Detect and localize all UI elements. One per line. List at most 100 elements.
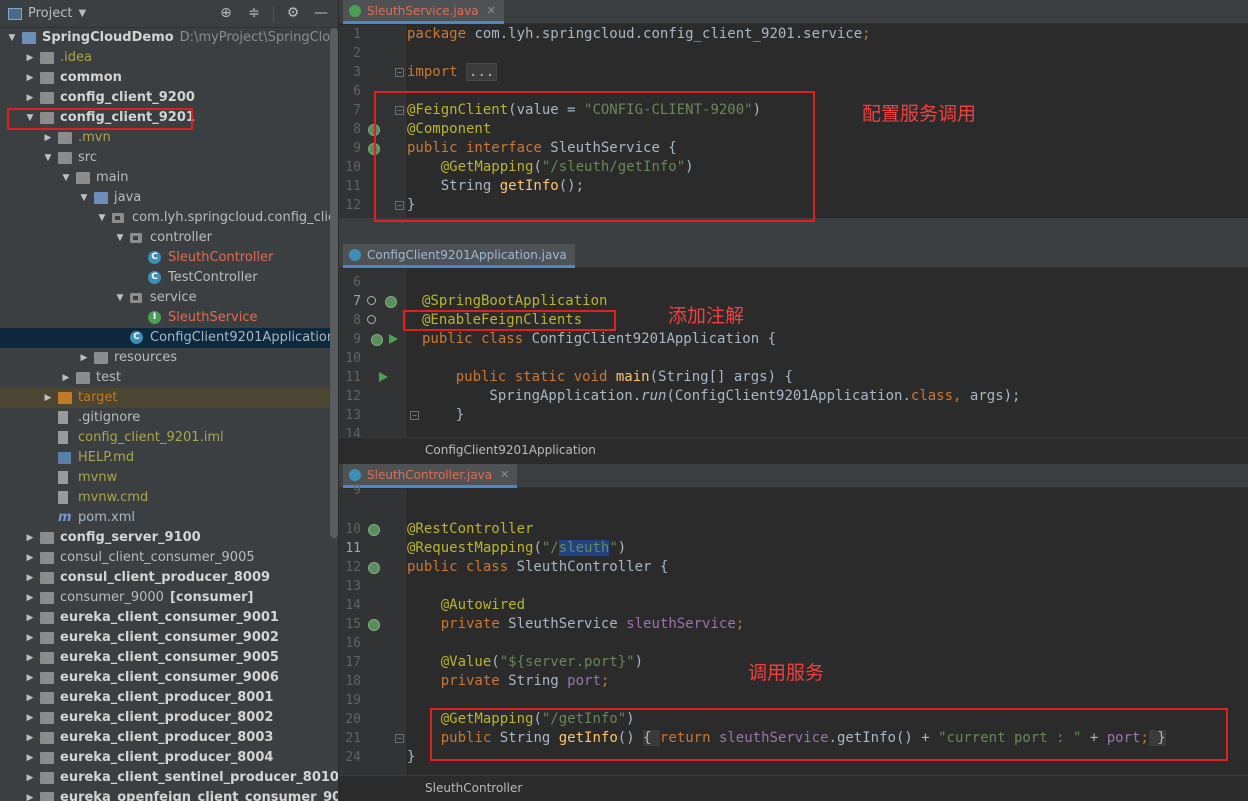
- tree-item[interactable]: SleuthController: [0, 247, 330, 268]
- run-icon[interactable]: [389, 334, 398, 344]
- tree-item[interactable]: SleuthService: [0, 307, 330, 328]
- spring-bean-icon[interactable]: [385, 296, 397, 308]
- tree-item[interactable]: ▼ main: [0, 168, 330, 188]
- chevron-down-icon[interactable]: ▼: [78, 8, 86, 19]
- chevron-right-icon[interactable]: ▶: [24, 788, 36, 801]
- chevron-down-icon[interactable]: ▼: [96, 208, 108, 228]
- spring-bean-icon[interactable]: [368, 619, 380, 631]
- chevron-right-icon[interactable]: ▶: [24, 728, 36, 748]
- tree-item[interactable]: ▶ config_client_9200: [0, 88, 330, 108]
- chevron-right-icon[interactable]: ▶: [24, 748, 36, 768]
- tree-item[interactable]: ▶ common: [0, 68, 330, 88]
- chevron-right-icon[interactable]: ▶: [42, 388, 54, 408]
- tree-item[interactable]: mvnw.cmd: [0, 488, 330, 508]
- chevron-right-icon[interactable]: ▶: [24, 48, 36, 68]
- tree-item[interactable]: ▶ eureka_client_consumer_9006: [0, 668, 330, 688]
- chevron-right-icon[interactable]: ▶: [24, 708, 36, 728]
- chevron-down-icon[interactable]: ▼: [60, 168, 72, 188]
- chevron-right-icon[interactable]: ▶: [24, 608, 36, 628]
- chevron-right-icon[interactable]: ▶: [24, 528, 36, 548]
- code-area[interactable]: 6 7 @SpringBootApplication 8 @EnableFeignCli…: [339, 269, 1248, 442]
- tree-item[interactable]: ▶ target: [0, 388, 330, 408]
- tree-item[interactable]: ▶ .mvn: [0, 128, 330, 148]
- code-line[interactable]: 6: [339, 273, 1248, 292]
- project-panel-title[interactable]: Project: [28, 6, 72, 21]
- chevron-right-icon[interactable]: ▶: [24, 68, 36, 88]
- tree-item[interactable]: ▶ eureka_client_consumer_9001: [0, 608, 330, 628]
- breadcrumb[interactable]: ConfigClient9201Application: [339, 437, 1248, 461]
- search-icon[interactable]: [367, 296, 376, 305]
- code-line[interactable]: 1 package com.lyh.springcloud.config_clie…: [339, 25, 1248, 44]
- fold-icon[interactable]: −: [395, 68, 404, 77]
- collapse-all-icon[interactable]: ≑: [245, 5, 263, 22]
- tree-item[interactable]: ▼ java: [0, 188, 330, 208]
- chevron-right-icon[interactable]: ▶: [78, 348, 90, 368]
- tree-item[interactable]: ▼ service: [0, 288, 330, 308]
- code-line[interactable]: 13 − }: [339, 406, 1248, 425]
- chevron-right-icon[interactable]: ▶: [60, 368, 72, 388]
- tree-item[interactable]: ▶ eureka_client_consumer_9005: [0, 648, 330, 668]
- code-line[interactable]: 12 SpringApplication.run(ConfigClient920…: [339, 387, 1248, 406]
- tree-item[interactable]: ▼ src: [0, 148, 330, 168]
- tree-item[interactable]: ▶ config_server_9100: [0, 528, 330, 548]
- tree-item[interactable]: ▶ test: [0, 368, 330, 388]
- code-line[interactable]: 11 public static void main(String[] args…: [339, 368, 1248, 387]
- gear-icon[interactable]: ⚙: [284, 5, 302, 22]
- run-icon[interactable]: [379, 372, 388, 382]
- tree-item[interactable]: config_client_9201.iml: [0, 428, 330, 448]
- breadcrumb[interactable]: SleuthController: [339, 775, 1248, 799]
- locate-icon[interactable]: ⊕: [217, 5, 235, 22]
- chevron-right-icon[interactable]: ▶: [24, 88, 36, 108]
- spring-bean-icon[interactable]: [368, 562, 380, 574]
- tree-item[interactable]: m pom.xml: [0, 508, 330, 528]
- code-line[interactable]: 15 private SleuthService sleuthService;: [339, 615, 1248, 634]
- code-line[interactable]: 9 public class ConfigClient9201Applicatio…: [339, 330, 1248, 349]
- tree-item[interactable]: ▼ SpringCloudDemo D:\myProject\SpringCloud…: [0, 28, 338, 48]
- tree-item[interactable]: ▶ eureka_client_producer_8001: [0, 688, 330, 708]
- chevron-right-icon[interactable]: ▶: [24, 688, 36, 708]
- tree-item[interactable]: ▶ eureka_client_producer_8003: [0, 728, 330, 748]
- chevron-right-icon[interactable]: ▶: [24, 548, 36, 568]
- code-line[interactable]: 12 public class SleuthController {: [339, 558, 1248, 577]
- code-line[interactable]: 2: [339, 44, 1248, 63]
- code-line[interactable]: 7 @SpringBootApplication: [339, 292, 1248, 311]
- tree-item[interactable]: ▶ consumer_9000 [consumer]: [0, 588, 330, 608]
- tree-item[interactable]: ▶ resources: [0, 348, 330, 368]
- project-tree-scrollbar[interactable]: [330, 28, 338, 538]
- spring-bean-icon[interactable]: [368, 524, 380, 536]
- tree-item[interactable]: ▼ com.lyh.springcloud.config_client_92: [0, 208, 338, 228]
- chevron-right-icon[interactable]: ▶: [24, 568, 36, 588]
- code-line[interactable]: 11 @RequestMapping("/sleuth"): [339, 539, 1248, 558]
- code-line[interactable]: 16: [339, 634, 1248, 653]
- spring-bean-icon[interactable]: [371, 334, 383, 346]
- close-icon[interactable]: ✕: [487, 4, 496, 17]
- chevron-right-icon[interactable]: ▶: [42, 128, 54, 148]
- tree-item[interactable]: ▶ .idea: [0, 48, 330, 68]
- tree-item[interactable]: ▼ controller: [0, 228, 330, 248]
- search-icon[interactable]: [367, 315, 376, 324]
- tree-item[interactable]: ConfigClient9201Application: [0, 327, 335, 348]
- fold-icon[interactable]: −: [395, 734, 404, 743]
- code-line[interactable]: 9: [339, 481, 1248, 500]
- tree-item[interactable]: .gitignore: [0, 408, 330, 428]
- tree-item[interactable]: ▶ eureka_client_producer_8002: [0, 708, 330, 728]
- tree-item[interactable]: ▶ eureka_client_consumer_9002: [0, 628, 330, 648]
- chevron-right-icon[interactable]: ▶: [24, 628, 36, 648]
- close-icon[interactable]: ✕: [500, 468, 509, 481]
- code-line[interactable]: 10: [339, 349, 1248, 368]
- tree-item[interactable]: TestController: [0, 267, 330, 288]
- chevron-down-icon[interactable]: ▼: [114, 228, 126, 248]
- chevron-right-icon[interactable]: ▶: [24, 668, 36, 688]
- chevron-down-icon[interactable]: ▼: [42, 148, 54, 168]
- tree-item[interactable]: mvnw: [0, 468, 330, 488]
- chevron-right-icon[interactable]: ▶: [24, 648, 36, 668]
- tree-item[interactable]: ▶ consul_client_consumer_9005: [0, 548, 330, 568]
- minimize-icon[interactable]: —: [312, 5, 330, 22]
- tree-item[interactable]: ▶ eureka_client_producer_8004: [0, 748, 330, 768]
- chevron-down-icon[interactable]: ▼: [114, 288, 126, 308]
- code-line[interactable]: 13: [339, 577, 1248, 596]
- tree-item[interactable]: HELP.md: [0, 448, 330, 468]
- tab-sleuth-service[interactable]: SleuthService.java ✕: [343, 0, 504, 24]
- tree-item[interactable]: ▶ eureka_client_sentinel_producer_8010: [0, 768, 338, 788]
- chevron-down-icon[interactable]: ▼: [78, 188, 90, 208]
